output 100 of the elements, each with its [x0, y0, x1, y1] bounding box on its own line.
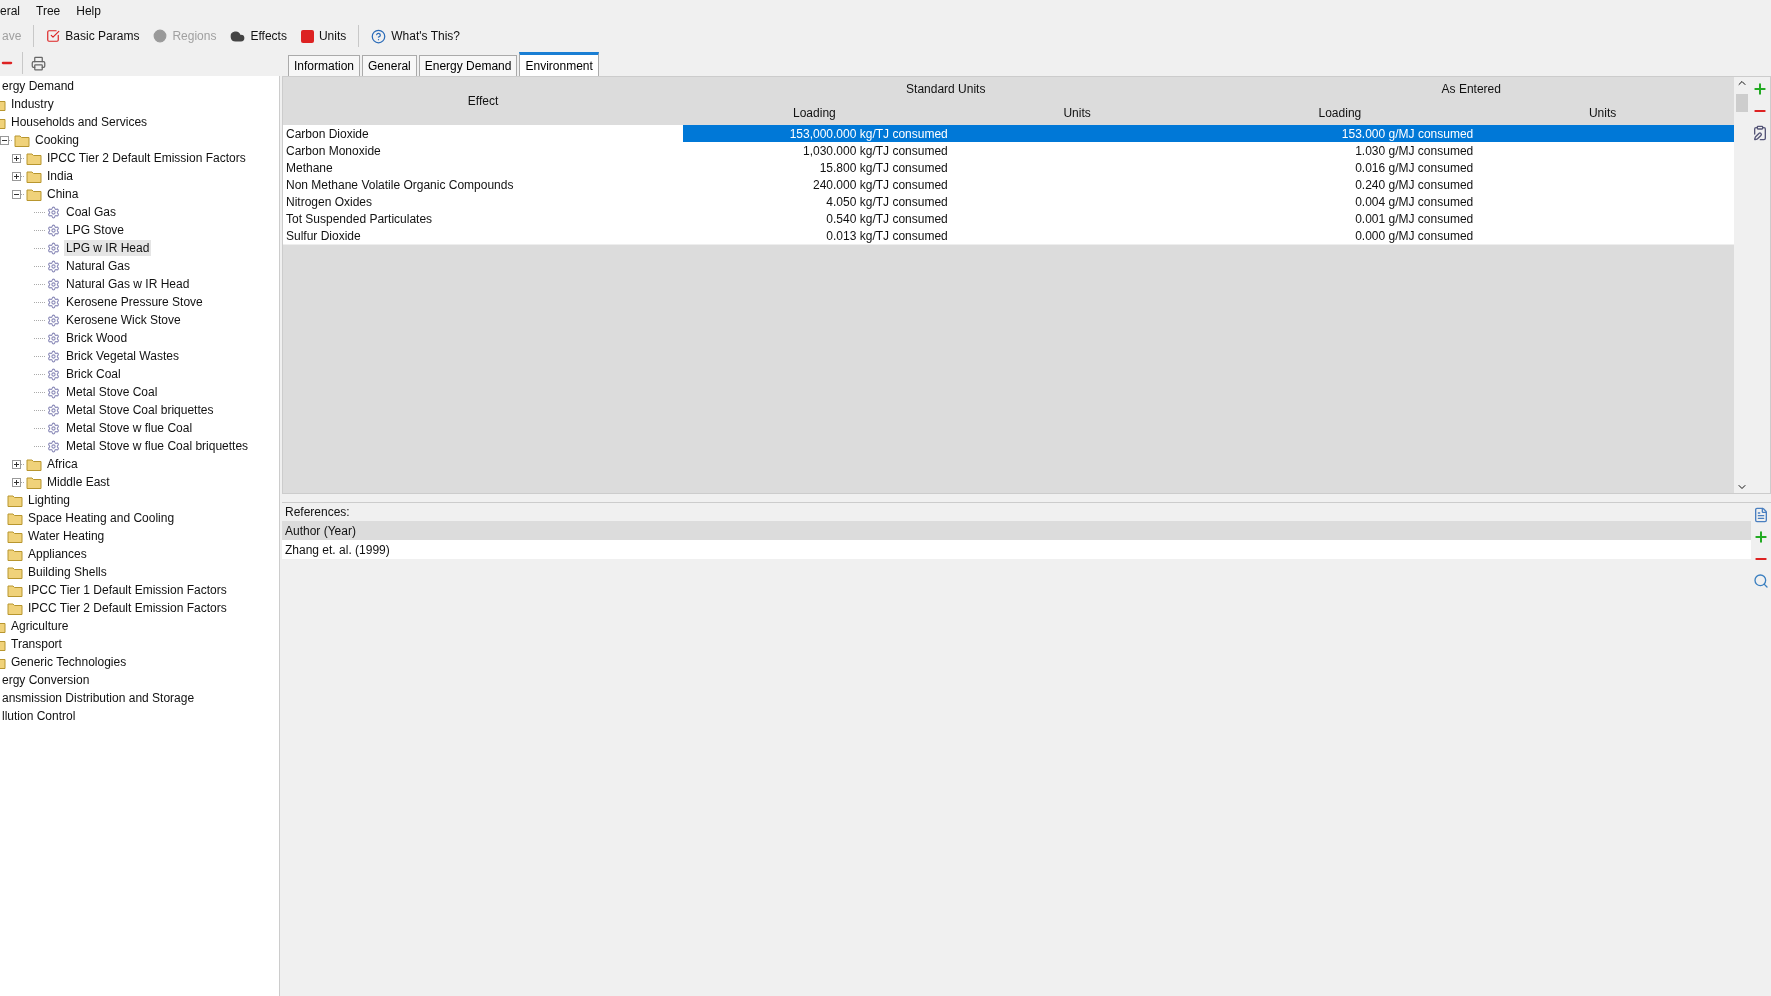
tree-node[interactable]: Brick Wood: [64, 330, 130, 346]
tree-node[interactable]: LPG Stove: [64, 222, 127, 238]
expand-icon[interactable]: [12, 477, 21, 487]
toolbar-button[interactable]: Basic Params: [44, 27, 142, 45]
print-icon[interactable]: [31, 55, 46, 71]
folder-icon: [7, 547, 23, 561]
expand-icon[interactable]: [12, 459, 21, 469]
tree-node[interactable]: IPCC Tier 2 Default Emission Factors: [26, 600, 229, 616]
menu-item[interactable]: Help: [76, 2, 107, 20]
tree-node[interactable]: ansmission Distribution and Storage: [0, 690, 197, 706]
tree-node[interactable]: Space Heating and Cooling: [26, 510, 177, 526]
tab[interactable]: Information: [288, 55, 361, 76]
new-document-icon[interactable]: [1753, 507, 1769, 523]
folder-icon: [7, 583, 23, 597]
folder-icon: [26, 169, 42, 183]
tree-node[interactable]: IPCC Tier 1 Default Emission Factors: [26, 582, 229, 598]
column-header[interactable]: Effect: [467, 94, 499, 108]
add-icon[interactable]: [1753, 529, 1769, 545]
tree-node[interactable]: Brick Vegetal Wastes: [64, 348, 181, 364]
table-cell-text: Carbon Monoxide: [285, 142, 382, 159]
tree-node[interactable]: India: [45, 168, 76, 184]
table-cell: Zhang et. al. (1999): [282, 540, 1751, 559]
gear-icon: [47, 349, 60, 363]
tree-node[interactable]: Middle East: [45, 474, 112, 490]
tree-node[interactable]: Appliances: [26, 546, 89, 562]
gear-icon: [47, 223, 60, 237]
column-header[interactable]: Units: [1063, 106, 1091, 120]
checklist-icon: [46, 29, 61, 43]
tree-node[interactable]: Metal Stove w flue Coal: [64, 420, 195, 436]
tree-node[interactable]: Africa: [45, 456, 80, 472]
tree-node[interactable]: Metal Stove Coal briquettes: [64, 402, 216, 418]
tree-node[interactable]: Cooking: [33, 132, 82, 148]
toolbar-button[interactable]: What's This?: [369, 26, 462, 46]
table-cell-text: Non Methane Volatile Organic Compounds: [285, 176, 515, 193]
column-header[interactable]: Loading: [1318, 106, 1362, 120]
tree-node[interactable]: Industry: [9, 96, 56, 112]
folder-icon: [7, 511, 23, 525]
circle-icon: [153, 29, 168, 43]
table-cell: 153.000 g/MJ consumed: [1208, 125, 1734, 142]
add-icon[interactable]: [1752, 81, 1768, 97]
table-cell-text: Nitrogen Oxides: [285, 193, 374, 210]
folder-icon: [14, 133, 30, 147]
gear-icon: [47, 241, 60, 255]
menu-item[interactable]: eral: [0, 2, 26, 20]
tree-node[interactable]: Lighting: [26, 492, 73, 508]
gear-icon: [47, 403, 60, 417]
tree-node[interactable]: Agriculture: [9, 618, 71, 634]
tree-node[interactable]: Transport: [9, 636, 64, 652]
collapse-icon[interactable]: [12, 189, 21, 199]
table-cell: 153,000.000 kg/TJ consumed: [683, 125, 1209, 142]
tree-node[interactable]: Kerosene Pressure Stove: [64, 294, 205, 310]
tree-node[interactable]: Metal Stove w flue Coal briquettes: [64, 438, 251, 454]
gear-icon: [47, 205, 60, 219]
tab[interactable]: Environment: [519, 52, 599, 76]
tree-node[interactable]: IPCC Tier 2 Default Emission Factors: [45, 150, 248, 166]
search-icon[interactable]: [1753, 573, 1769, 589]
column-group-header: As Entered: [1441, 82, 1501, 96]
column-group-header: Standard Units: [906, 82, 986, 96]
toolbar-button[interactable]: Effects: [228, 26, 289, 46]
tab[interactable]: General: [362, 55, 417, 76]
column-header[interactable]: Units: [1588, 106, 1617, 120]
tree-node[interactable]: llution Control: [0, 708, 78, 724]
edit-icon[interactable]: [1752, 125, 1768, 141]
gear-icon: [47, 367, 60, 381]
tree-node[interactable]: ergy Conversion: [0, 672, 92, 688]
scrollbar-thumb[interactable]: [1736, 94, 1748, 112]
tree-node[interactable]: Building Shells: [26, 564, 109, 580]
tree-node[interactable]: Generic Technologies: [9, 654, 129, 670]
cloud-icon: [230, 28, 246, 44]
tree-node[interactable]: Kerosene Wick Stove: [64, 312, 183, 328]
tree-node[interactable]: Natural Gas w IR Head: [64, 276, 192, 292]
tree-node[interactable]: China: [45, 186, 81, 202]
menu-item[interactable]: Tree: [36, 2, 67, 20]
column-header[interactable]: Loading: [793, 106, 836, 120]
folder-icon: [7, 565, 23, 579]
table-cell-text: Methane: [285, 159, 334, 176]
section-label: References:: [284, 504, 351, 521]
tree-node[interactable]: Brick Coal: [64, 366, 123, 382]
column-header[interactable]: Author (Year): [282, 521, 1751, 540]
toolbar-button[interactable]: Units: [298, 27, 349, 45]
tree-node[interactable]: Natural Gas: [64, 258, 133, 274]
gear-icon: [47, 439, 60, 453]
folder-icon: [26, 151, 42, 165]
gear-icon: [47, 277, 60, 291]
table-cell-text: Carbon Dioxide: [285, 125, 370, 142]
table-cell-text: Sulfur Dioxide: [285, 227, 362, 244]
tree-node[interactable]: Coal Gas: [64, 204, 119, 220]
gear-icon: [47, 259, 60, 273]
gear-icon: [47, 385, 60, 399]
scrollbar[interactable]: [1734, 77, 1750, 493]
folder-icon: [26, 475, 42, 489]
expand-icon[interactable]: [12, 153, 21, 163]
tree-node[interactable]: Households and Services: [9, 114, 150, 130]
tree-node[interactable]: Water Heating: [26, 528, 107, 544]
tree-node[interactable]: LPG w IR Head: [64, 240, 152, 256]
expand-icon[interactable]: [12, 171, 21, 181]
tree-node[interactable]: ergy Demand: [0, 78, 77, 94]
tree-node[interactable]: Metal Stove Coal: [64, 384, 160, 400]
tab[interactable]: Energy Demand: [418, 55, 518, 76]
collapse-icon[interactable]: [0, 135, 9, 145]
